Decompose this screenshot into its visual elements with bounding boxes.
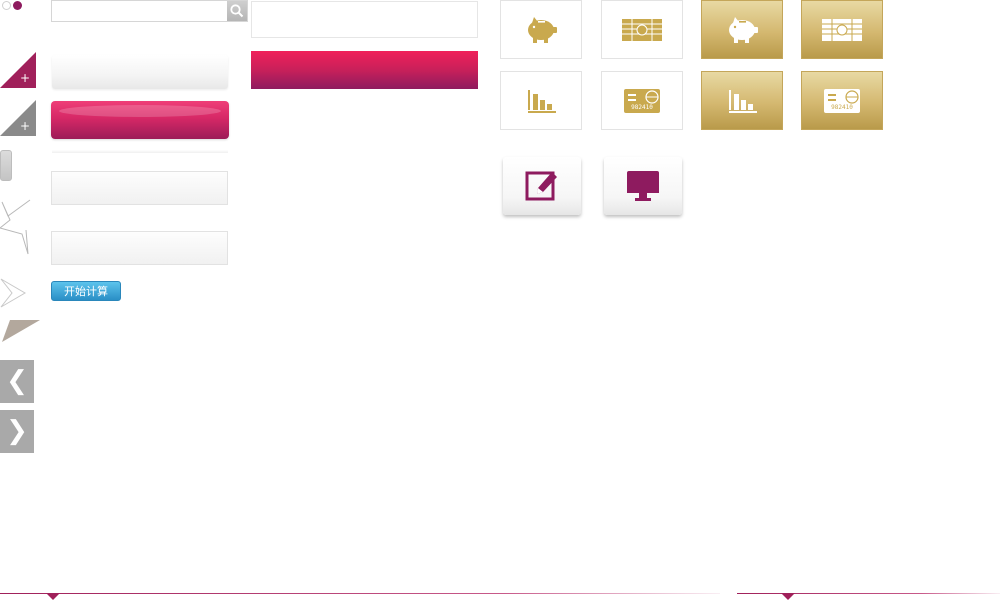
search-input[interactable] [52,1,227,21]
footer-divider-right [737,593,1000,594]
text-field[interactable] [251,1,478,38]
pager-dots [0,0,24,12]
pink-button[interactable] [51,101,229,139]
piggy-bank-icon [729,16,758,43]
tile-bar-chart[interactable] [500,71,582,130]
footer-divider-left [0,593,720,594]
monitor-button[interactable] [604,157,682,215]
prev-arrow-button[interactable]: ❮ [0,360,34,403]
grey-button[interactable] [52,55,228,89]
chevron-right-outline-icon [0,278,26,308]
footer-caret-right [781,593,795,600]
input-field-2[interactable] [51,231,228,265]
search-button[interactable] [227,1,247,21]
folded-corner-icon [2,320,40,342]
tile-bar-chart-gold[interactable] [701,71,783,130]
credit-card-globe-icon: 982410 [624,88,660,113]
search-box [51,0,248,22]
tile-cash-stack-gold[interactable] [801,0,883,59]
pink-bar-button[interactable] [251,51,478,89]
tile-cash-stack[interactable] [601,0,683,59]
corner-add-pink-icon[interactable]: + [0,52,36,88]
tile-credit-card[interactable]: 982410 [601,71,683,130]
star-burst-icon [0,199,31,255]
cash-stack-icon [622,18,662,41]
divider [52,150,228,153]
tile-credit-card-gold[interactable]: 982410 [801,71,883,130]
bar-chart-icon [528,89,556,113]
svg-text:982410: 982410 [631,104,653,111]
svg-text:982410: 982410 [831,104,853,111]
svg-text:+: + [20,119,30,133]
pager-dot-empty[interactable] [2,1,11,10]
bar-chart-icon [729,89,757,113]
piggy-bank-icon [528,16,557,43]
monitor-icon [627,171,659,201]
cash-stack-icon [822,18,862,41]
pager-dot-active[interactable] [13,1,22,10]
next-arrow-button[interactable]: ❯ [0,410,34,453]
edit-button[interactable] [503,157,581,215]
input-field-1[interactable] [51,171,228,205]
svg-text:+: + [20,71,30,85]
tile-piggy-bank[interactable] [500,0,582,59]
tile-piggy-bank-gold[interactable] [701,0,783,59]
scrollbar-thumb[interactable] [0,150,12,181]
calculate-button[interactable]: 开始计算 [51,281,121,301]
footer-caret-left [46,593,60,600]
credit-card-globe-icon: 982410 [824,88,860,113]
search-icon [230,4,244,18]
corner-add-grey-icon[interactable]: + [0,100,36,136]
edit-icon [525,171,557,201]
